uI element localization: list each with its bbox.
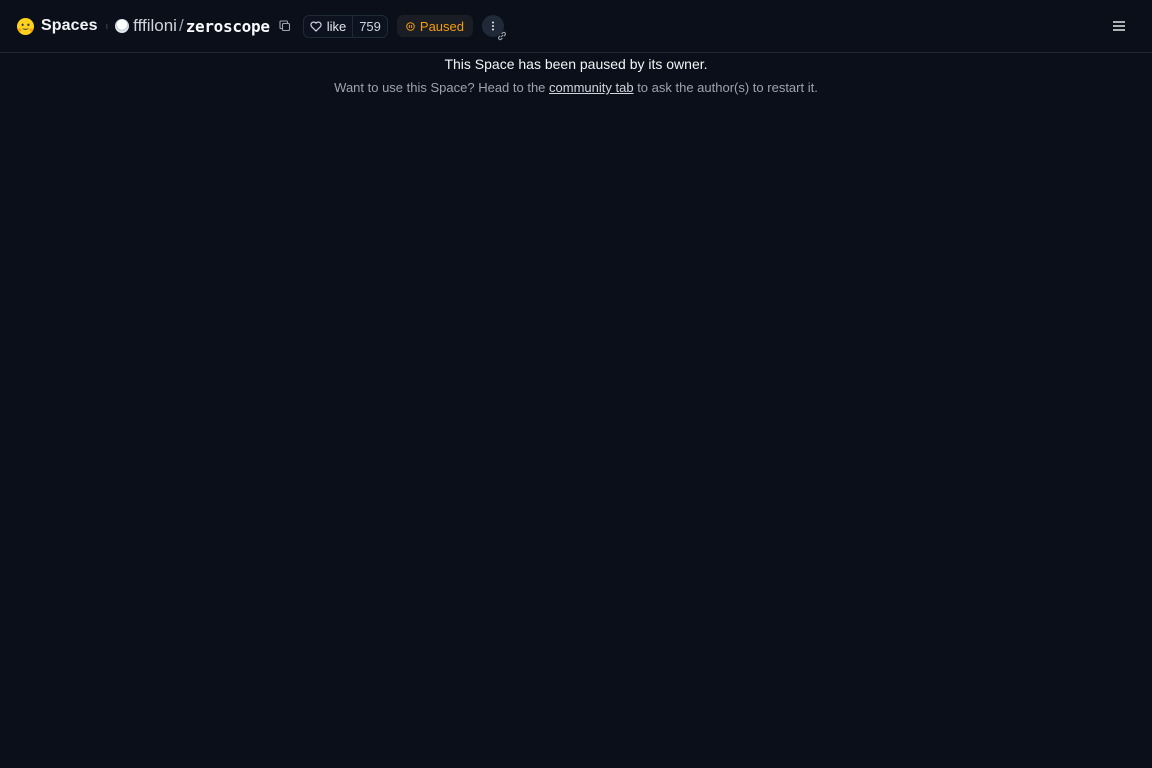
like-group: like 759 [302,14,388,38]
hugging-face-icon[interactable] [16,17,35,36]
more-options-button[interactable] [482,15,506,41]
status-label: Paused [419,18,464,34]
paused-notice: This Space has been paused by its owner.… [0,53,1152,96]
community-tab-link[interactable]: community tab [549,80,634,95]
like-count[interactable]: 759 [352,15,387,37]
breadcrumb-separator: ı [105,21,109,31]
paused-title: This Space has been paused by its owner. [444,56,708,72]
vertical-dots-icon [492,21,494,31]
like-button[interactable]: like [304,16,353,37]
copy-icon[interactable] [277,18,293,34]
like-label: like [326,18,347,34]
space-name[interactable]: zeroscope [186,17,270,36]
hamburger-menu-icon[interactable] [1112,19,1126,33]
owner-avatar[interactable] [115,19,130,33]
status-badge: Paused [396,15,473,37]
link-icon [498,31,506,41]
top-navbar: Spaces ı fffiloni / zeroscope like 759 P… [0,0,1152,53]
paused-subtitle: Want to use this Space? Head to the comm… [0,80,1152,96]
pause-circle-icon [406,21,415,31]
subtitle-text-after: to ask the author(s) to restart it. [633,80,818,95]
brand-label[interactable]: Spaces [41,17,98,35]
heart-icon [310,20,322,32]
path-slash: / [178,16,184,35]
owner-link[interactable]: fffiloni [133,16,177,36]
subtitle-text-before: Want to use this Space? Head to the [334,80,550,95]
